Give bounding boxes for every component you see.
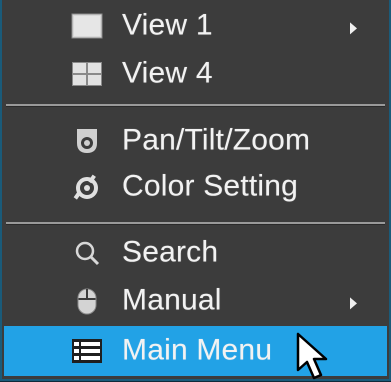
submenu-arrow-icon (350, 22, 357, 35)
single-view-icon (70, 12, 104, 40)
menu-item-view-1[interactable]: View 1 (4, 2, 387, 50)
context-menu: View 1 View 4 Pan/Tilt/Zoom Color Settin… (0, 0, 391, 381)
menu-item-label: View 1 (122, 8, 213, 42)
menu-item-label: Pan/Tilt/Zoom (122, 123, 311, 157)
menu-item-color-setting[interactable]: Color Setting (4, 163, 387, 211)
menu-item-pan-tilt-zoom[interactable]: Pan/Tilt/Zoom (4, 117, 387, 165)
menu-item-label: Manual (122, 283, 222, 317)
menu-divider (6, 104, 385, 107)
menu-item-label: Main Menu (122, 333, 273, 367)
menu-item-label: Color Setting (122, 169, 299, 203)
menu-item-search[interactable]: Search (4, 229, 387, 277)
mouse-icon (70, 287, 104, 315)
menu-item-view-4[interactable]: View 4 (4, 50, 387, 98)
quad-view-icon (70, 60, 104, 88)
menu-item-manual[interactable]: Manual (4, 277, 387, 325)
color-setting-icon (70, 173, 104, 201)
menu-item-label: Search (122, 235, 219, 269)
menu-item-label: View 4 (122, 56, 213, 90)
mouse-pointer-icon (296, 332, 328, 380)
menu-divider (6, 222, 385, 225)
search-icon (70, 239, 104, 267)
list-menu-icon (70, 337, 104, 365)
ptz-camera-icon (70, 127, 104, 155)
submenu-arrow-icon (350, 297, 357, 310)
